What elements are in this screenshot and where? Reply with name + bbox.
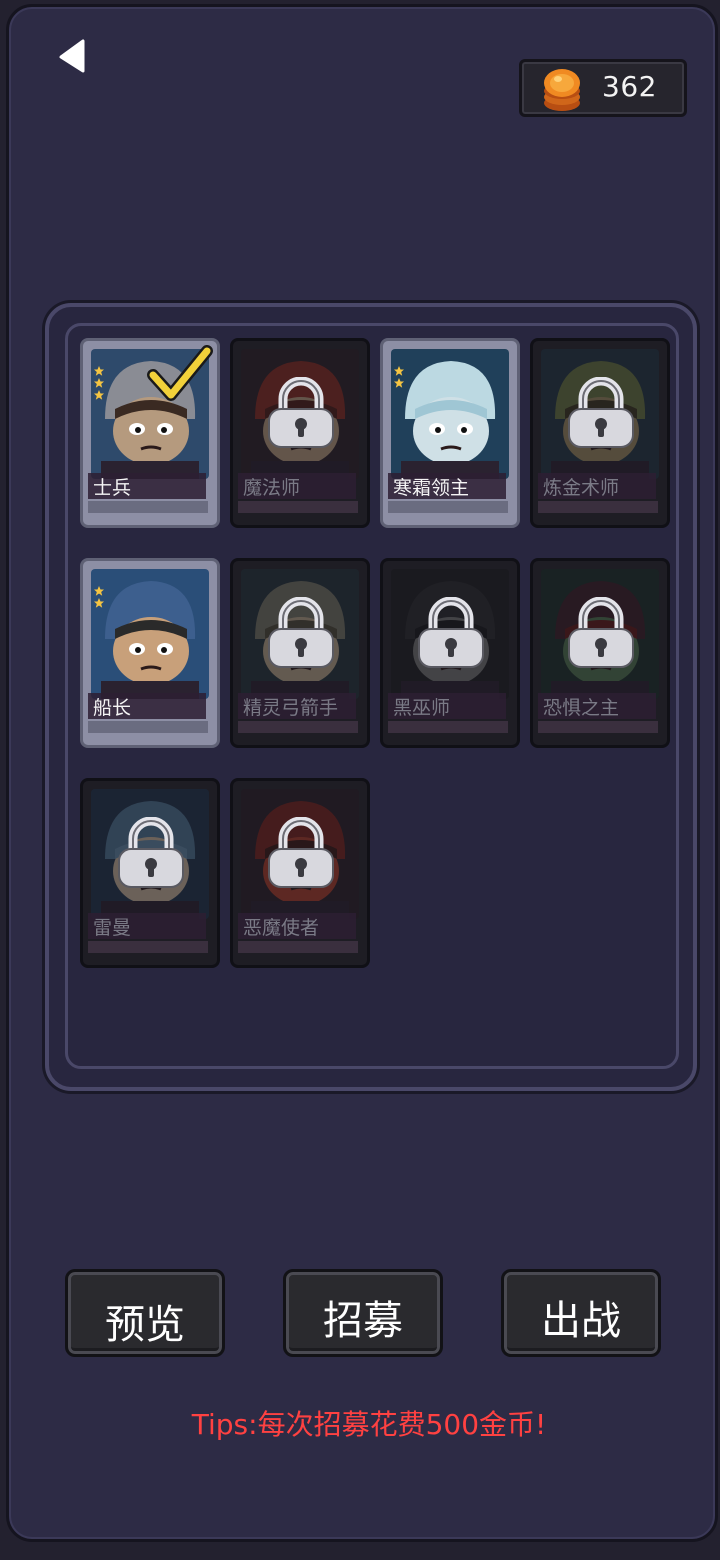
coin-amount: 362 <box>602 70 657 103</box>
card-footer <box>238 941 358 953</box>
recruit-button-label: 招募 <box>323 1298 403 1344</box>
card-footer <box>538 721 658 733</box>
hero-card-alchemist[interactable]: 炼金术师 <box>530 338 670 528</box>
preview-button-label: 预览 <box>105 1302 185 1348</box>
recruit-button[interactable]: 招募 <box>283 1269 443 1357</box>
star-rating-icon <box>94 586 104 608</box>
card-footer <box>388 721 508 733</box>
lock-icon <box>268 377 334 448</box>
hero-card-frost[interactable]: 寒霜领主 <box>380 338 520 528</box>
card-footer <box>88 721 208 733</box>
hero-portrait <box>91 569 209 699</box>
gold-coin-stack-icon <box>544 69 580 111</box>
lock-icon <box>268 597 334 668</box>
hero-name: 雷曼 <box>93 917 132 939</box>
hero-name: 恐惧之主 <box>543 697 620 719</box>
hero-card-soldier[interactable]: 士兵 <box>80 338 220 528</box>
hero-portrait-art <box>101 581 199 699</box>
card-footer <box>238 501 358 513</box>
lock-icon <box>418 597 484 668</box>
hero-card-demon[interactable]: 恶魔使者 <box>230 778 370 968</box>
lock-icon <box>568 377 634 448</box>
hero-name: 恶魔使者 <box>243 917 320 939</box>
star-rating-icon <box>394 366 404 388</box>
recruit-tips: Tips:每次招募花费500金币! <box>191 1408 547 1441</box>
hero-roster-inner: 士兵 魔法师 寒霜领主 炼金术师船长 精灵弓箭手 黑巫师 恐惧之主雷曼 恶魔使者 <box>65 323 679 1069</box>
lock-icon <box>268 817 334 888</box>
hero-name: 黑巫师 <box>393 697 451 719</box>
hero-card-rayman[interactable]: 雷曼 <box>80 778 220 968</box>
hero-card-captain[interactable]: 船长 <box>80 558 220 748</box>
card-footer <box>88 941 208 953</box>
lock-icon <box>118 817 184 888</box>
battle-button-label: 出战 <box>541 1298 621 1344</box>
card-footer <box>388 501 508 513</box>
hero-roster-panel: 士兵 魔法师 寒霜领主 炼金术师船长 精灵弓箭手 黑巫师 恐惧之主雷曼 恶魔使者 <box>45 303 697 1091</box>
hero-name: 精灵弓箭手 <box>243 697 339 719</box>
coin-counter: 362 <box>519 59 687 117</box>
battle-button[interactable]: 出战 <box>501 1269 661 1357</box>
hero-name: 寒霜领主 <box>393 477 470 499</box>
star-rating-icon <box>94 366 104 400</box>
hero-name: 炼金术师 <box>543 477 620 499</box>
hero-name: 魔法师 <box>243 477 301 499</box>
main-panel: 362 士兵 魔法师 寒霜领主 炼金术师船长 精灵弓箭手 黑巫师 恐惧之主雷曼 恶魔使者 预览… <box>6 4 718 1542</box>
hero-name: 士兵 <box>93 477 132 499</box>
game-frame: 362 士兵 魔法师 寒霜领主 炼金术师船长 精灵弓箭手 黑巫师 恐惧之主雷曼 恶魔使者 预览… <box>0 0 720 1560</box>
hero-card-mage[interactable]: 魔法师 <box>230 338 370 528</box>
card-footer <box>238 721 358 733</box>
hero-card-dread[interactable]: 恐惧之主 <box>530 558 670 748</box>
lock-icon <box>568 597 634 668</box>
card-footer <box>88 501 208 513</box>
back-arrow-icon[interactable] <box>53 37 93 77</box>
preview-button[interactable]: 预览 <box>65 1269 225 1357</box>
hero-portrait-art <box>401 361 499 479</box>
hero-portrait <box>391 349 509 479</box>
hero-card-archer[interactable]: 精灵弓箭手 <box>230 558 370 748</box>
card-footer <box>538 501 658 513</box>
hero-card-warlock[interactable]: 黑巫师 <box>380 558 520 748</box>
hero-name: 船长 <box>93 697 132 719</box>
selected-check-icon <box>147 345 213 401</box>
